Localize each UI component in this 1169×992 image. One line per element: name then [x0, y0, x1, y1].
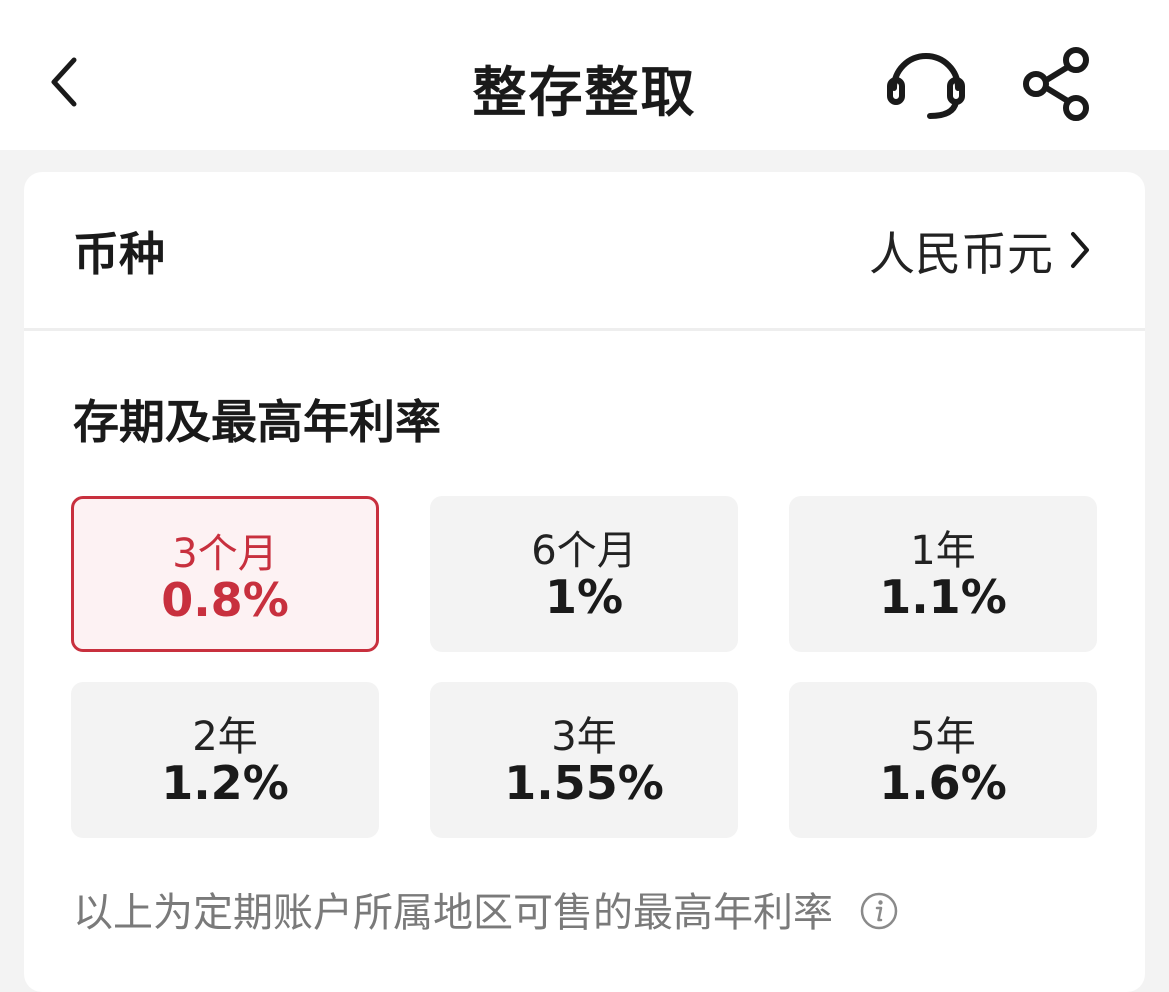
currency-selector[interactable]: 币种 人民币元	[24, 172, 1145, 331]
deposit-card: 币种 人民币元 存期及最高年利率 3个月 0.8% 6个月 1% 1年 1.1%…	[24, 172, 1145, 992]
term-rate: 1.55%	[504, 756, 664, 810]
term-rate: 1.1%	[879, 570, 1007, 624]
share-icon	[1023, 47, 1089, 121]
share-button[interactable]	[1018, 44, 1098, 124]
term-option-3-years[interactable]: 3年 1.55%	[430, 682, 738, 838]
term-option-3-months[interactable]: 3个月 0.8%	[71, 496, 379, 652]
rate-footnote: 以上为定期账户所属地区可售的最高年利率	[73, 880, 898, 938]
term-label: 3年	[551, 714, 617, 760]
page-title: 整存整取	[472, 61, 697, 124]
term-option-5-years[interactable]: 5年 1.6%	[789, 682, 1097, 838]
customer-service-button[interactable]	[882, 44, 970, 124]
term-option-1-year[interactable]: 1年 1.1%	[789, 496, 1097, 652]
term-option-6-months[interactable]: 6个月 1%	[430, 496, 738, 652]
currency-label: 币种	[73, 227, 165, 281]
term-rate: 1.2%	[161, 756, 289, 810]
term-label: 2年	[192, 714, 258, 760]
chevron-right-icon	[1071, 232, 1089, 268]
info-icon[interactable]	[860, 892, 898, 930]
term-rate: 0.8%	[161, 573, 289, 627]
term-label: 6个月	[531, 528, 637, 574]
term-rate: 1.6%	[879, 756, 1007, 810]
term-section-title: 存期及最高年利率	[73, 395, 441, 449]
term-option-2-years[interactable]: 2年 1.2%	[71, 682, 379, 838]
footnote-text: 以上为定期账户所属地区可售的最高年利率	[73, 890, 833, 936]
term-label: 5年	[910, 714, 976, 760]
term-label: 3个月	[172, 531, 278, 577]
top-nav-bar: 整存整取	[0, 0, 1169, 150]
term-rate: 1%	[544, 570, 624, 624]
headset-icon	[887, 53, 965, 119]
currency-value: 人民币元	[869, 227, 1053, 281]
term-label: 1年	[910, 528, 976, 574]
